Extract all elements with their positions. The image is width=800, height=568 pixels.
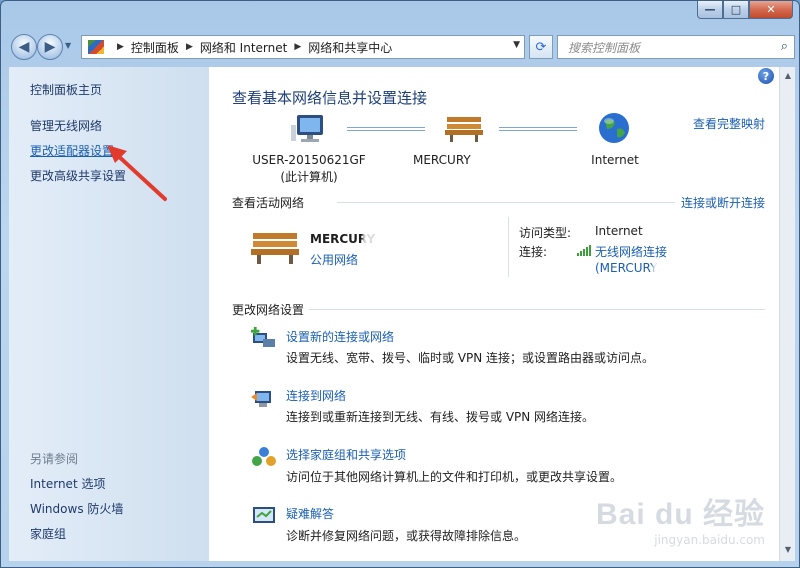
red-annotation-arrow-icon — [107, 145, 167, 201]
see-also-windows-firewall[interactable]: Windows 防火墙 — [30, 500, 123, 517]
task-setup-connection-link[interactable]: 设置新的连接或网络 — [286, 328, 394, 345]
refresh-button[interactable]: ⟳ — [529, 35, 553, 59]
new-connection-icon — [251, 327, 275, 347]
watermark-url: jingyan.baidu.com — [654, 533, 765, 547]
close-button[interactable]: ✕ — [749, 1, 793, 19]
internet-globe-icon — [599, 113, 629, 143]
see-also-internet-options[interactable]: Internet 选项 — [30, 475, 105, 492]
node-internet-name: Internet — [591, 153, 639, 167]
node-internet: Internet — [585, 152, 645, 169]
redaction-mask — [653, 261, 705, 275]
caption-buttons: — □ ✕ — [697, 1, 793, 19]
network-link-line — [499, 127, 577, 131]
forward-button[interactable]: ▶ — [37, 34, 63, 60]
wireless-ssid-link[interactable]: (MERCURY — [595, 261, 657, 275]
wifi-signal-icon — [577, 245, 591, 256]
network-sharing-center-window: — □ ✕ ◀ ▶ ▼ ▶ 控制面板 ▶ 网络和 Internet ▶ 网络和共… — [0, 0, 800, 568]
node-network: MERCURY — [413, 152, 483, 169]
help-icon[interactable]: ? — [758, 68, 774, 84]
control-panel-icon — [88, 40, 104, 54]
breadcrumb-separator: ▶ — [117, 42, 124, 52]
connection-label: 连接: — [519, 245, 548, 259]
access-type-label: 访问类型: — [519, 226, 572, 240]
address-dropdown-icon[interactable]: ▼ — [513, 40, 520, 50]
node-network-name: MERCURY — [413, 153, 471, 167]
wireless-connection-link[interactable]: 无线网络连接 — [595, 243, 667, 260]
task-troubleshoot-link[interactable]: 疑难解答 — [286, 505, 334, 522]
vertical-divider — [508, 217, 509, 277]
network-type-link[interactable]: 公用网络 — [310, 251, 358, 268]
refresh-icon: ⟳ — [535, 39, 547, 55]
active-networks-heading: 查看活动网络 — [232, 196, 305, 210]
task-connect-network-link[interactable]: 连接到网络 — [286, 387, 346, 404]
connect-disconnect-link[interactable]: 连接或断开连接 — [681, 194, 765, 211]
back-arrow-icon: ◀ — [18, 39, 30, 55]
task-homegroup-link[interactable]: 选择家庭组和共享选项 — [286, 446, 406, 463]
breadcrumb-control-panel[interactable]: 控制面板 — [131, 39, 179, 56]
network-link-line — [347, 127, 425, 131]
baidu-jingyan-watermark: Bai du 经验 jingyan.baidu.com — [596, 489, 765, 547]
breadcrumb-separator: ▶ — [185, 42, 193, 52]
change-settings-heading: 更改网络设置 — [232, 303, 305, 317]
sidebar-item-manage-wireless[interactable]: 管理无线网络 — [30, 117, 102, 134]
page-title: 查看基本网络信息并设置连接 — [232, 89, 428, 107]
troubleshoot-icon — [253, 507, 275, 523]
connect-to-network-icon — [251, 391, 271, 407]
node-computer-name: USER-20150621GF — [252, 153, 366, 167]
task-connect-network-desc: 连接到或重新连接到无线、有线、拨号或 VPN 网络连接。 — [286, 410, 595, 424]
public-network-bench-icon — [251, 233, 299, 264]
task-troubleshoot-desc: 诊断并修复网络问题，或获得故障排除信息。 — [286, 529, 527, 543]
see-also-homegroup[interactable]: 家庭组 — [30, 525, 66, 542]
forward-arrow-icon: ▶ — [44, 39, 56, 55]
homegroup-icon — [252, 447, 276, 466]
breadcrumb-separator: ▶ — [294, 42, 302, 52]
access-type-value: Internet — [595, 224, 643, 238]
computer-icon — [291, 115, 323, 142]
sidebar-home-link[interactable]: 控制面板主页 — [30, 81, 102, 98]
breadcrumb-network-internet[interactable]: 网络和 Internet — [200, 39, 287, 56]
search-input[interactable]: 搜索控制面板 ⌕ — [557, 35, 795, 59]
breadcrumb-network-sharing-center[interactable]: 网络和共享中心 — [308, 39, 392, 56]
task-setup-connection-desc: 设置无线、宽带、拨号、临时或 VPN 连接；或设置路由器或访问点。 — [286, 351, 655, 365]
maximize-button[interactable]: □ — [723, 1, 749, 19]
see-also-heading: 另请参阅 — [30, 452, 79, 466]
task-homegroup-desc: 访问位于其他网络计算机上的文件和打印机，或更改共享设置。 — [286, 470, 623, 484]
address-bar[interactable]: ▶ 控制面板 ▶ 网络和 Internet ▶ 网络和共享中心 ▼ — [81, 35, 525, 59]
vertical-scrollbar[interactable]: ▲ ▼ — [779, 67, 795, 561]
back-button[interactable]: ◀ — [11, 34, 37, 60]
redaction-mask — [475, 154, 513, 166]
network-bench-icon — [445, 117, 483, 142]
minimize-button[interactable]: — — [697, 1, 723, 19]
recent-pages-dropdown[interactable]: ▼ — [65, 41, 71, 50]
section-divider — [309, 309, 765, 310]
node-this-computer: USER-20150621GF (此计算机) — [247, 152, 371, 186]
navigation-bar: ◀ ▶ ▼ ▶ 控制面板 ▶ 网络和 Internet ▶ 网络和共享中心 ▼ … — [9, 31, 795, 61]
node-computer-sub: (此计算机) — [280, 170, 338, 184]
redaction-mask — [363, 229, 405, 245]
search-placeholder: 搜索控制面板 — [568, 40, 641, 55]
view-full-map-link[interactable]: 查看完整映射 — [693, 115, 765, 132]
search-icon[interactable]: ⌕ — [781, 39, 788, 54]
scroll-down-icon[interactable]: ▼ — [782, 545, 794, 557]
watermark-brand: Bai du 经验 — [595, 498, 765, 531]
scroll-up-icon[interactable]: ▲ — [782, 71, 794, 83]
section-divider — [337, 202, 675, 203]
